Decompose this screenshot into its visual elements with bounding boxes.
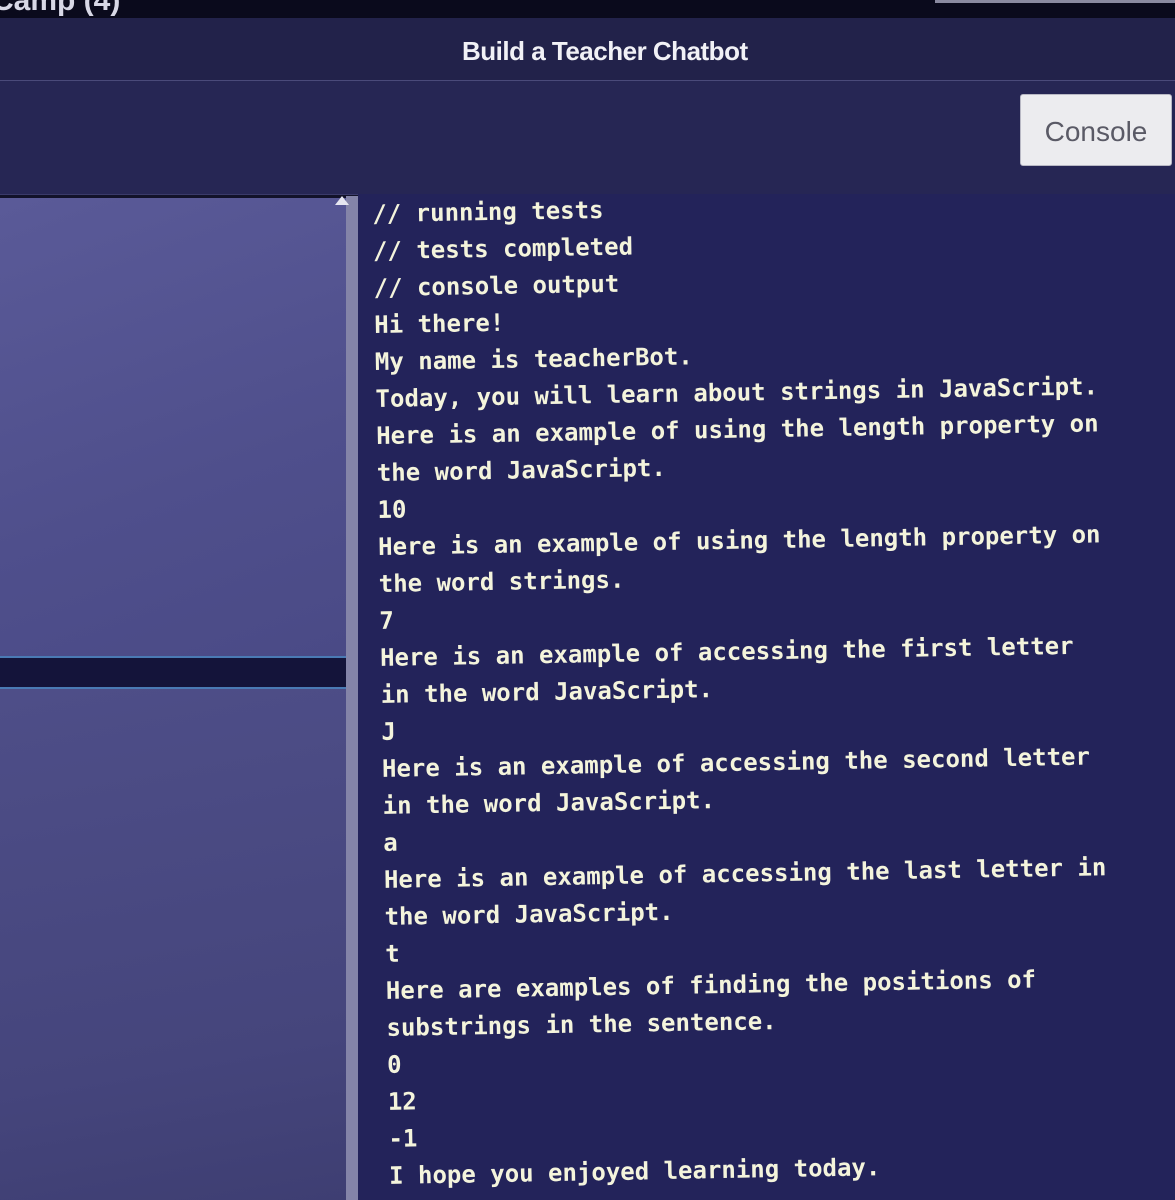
editor-pane-divider[interactable]	[0, 656, 362, 689]
console-output: // running tests // tests completed // c…	[372, 182, 1175, 1195]
editor-pane[interactable]	[0, 198, 362, 656]
title-bar: Build a Teacher Chatbot	[0, 18, 1175, 81]
preview-toolbar	[0, 81, 1175, 195]
tab-bar-divider	[935, 0, 1175, 3]
app-title: Camp (4)	[0, 0, 121, 17]
scroll-up-arrow-icon[interactable]	[335, 196, 349, 205]
instructions-pane[interactable]	[0, 689, 380, 1200]
console-button[interactable]: Console	[1020, 94, 1172, 166]
app-window: Camp (4) Build a Teacher Chatbot Console…	[0, 0, 1175, 1200]
browser-tab-bar: Camp (4)	[0, 0, 1175, 18]
page-title: Build a Teacher Chatbot	[462, 36, 748, 66]
pane-resize-scrollbar[interactable]	[346, 196, 358, 1200]
